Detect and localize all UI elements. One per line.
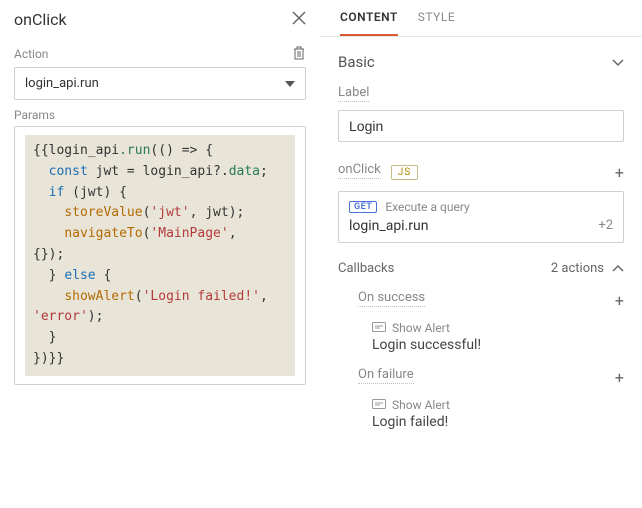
alert-icon [372, 399, 386, 411]
js-badge[interactable]: JS [391, 165, 418, 180]
success-action-type: Show Alert [392, 321, 450, 335]
success-message: Login successful! [372, 337, 624, 353]
right-panel: CONTENT STYLE Basic Label onClick JS + [320, 0, 642, 508]
failure-action-type: Show Alert [392, 398, 450, 412]
on-success-label: On success [358, 290, 425, 307]
tabs: CONTENT STYLE [320, 0, 642, 37]
code-content: {{login_api.run(() => { const jwt = logi… [25, 135, 295, 376]
trash-icon[interactable] [292, 45, 306, 63]
execute-query-label: Execute a query [385, 200, 469, 214]
left-panel: onClick Action login_api.run Params {{lo… [0, 0, 320, 508]
params-label: Params [14, 108, 55, 122]
onclick-panel-title: onClick [14, 10, 67, 29]
get-badge: GET [349, 201, 377, 213]
basic-section-title: Basic [338, 53, 375, 71]
onclick-field-label: onClick [338, 162, 381, 179]
tab-style[interactable]: STYLE [418, 10, 455, 36]
action-card[interactable]: GET Execute a query login_api.run +2 [338, 191, 624, 243]
close-icon[interactable] [292, 11, 306, 28]
chevron-down-icon[interactable] [612, 53, 624, 71]
action-name: login_api.run [349, 218, 428, 234]
action-dropdown-value: login_api.run [25, 76, 99, 91]
chevron-up-icon[interactable] [612, 261, 624, 276]
extra-actions-count: +2 [598, 218, 613, 234]
callbacks-label: Callbacks [338, 261, 394, 276]
alert-icon [372, 322, 386, 334]
action-label: Action [14, 47, 48, 61]
params-code-editor[interactable]: {{login_api.run(() => { const jwt = logi… [14, 126, 306, 385]
chevron-down-icon [285, 76, 295, 91]
label-field-label: Label [338, 85, 369, 102]
on-failure-label: On failure [358, 367, 414, 384]
action-dropdown[interactable]: login_api.run [14, 67, 306, 100]
tab-content[interactable]: CONTENT [340, 10, 398, 36]
add-failure-action-button[interactable]: + [615, 370, 624, 386]
failure-message: Login failed! [372, 414, 624, 430]
add-action-button[interactable]: + [615, 165, 624, 181]
actions-count: 2 actions [551, 261, 604, 276]
add-success-action-button[interactable]: + [615, 293, 624, 309]
label-input[interactable] [338, 110, 624, 142]
